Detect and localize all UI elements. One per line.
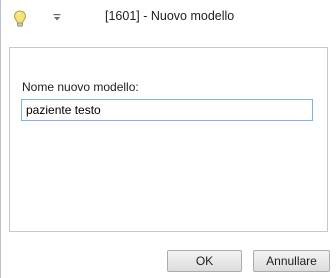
model-name-input[interactable] [21,99,313,121]
title-bar: [1601] - Nuovo modello [1,0,336,36]
window-title: [1601] - Nuovo modello [105,9,235,23]
cancel-button[interactable]: Annullare [253,250,330,272]
model-name-label: Nome nuovo modello: [22,80,139,94]
quick-access-dropdown-icon[interactable] [52,11,62,21]
content-panel [9,47,328,232]
dialog-window: [1601] - Nuovo modello Nome nuovo modell… [0,0,336,278]
lightbulb-icon[interactable] [13,10,27,28]
ok-button[interactable]: OK [167,250,242,272]
